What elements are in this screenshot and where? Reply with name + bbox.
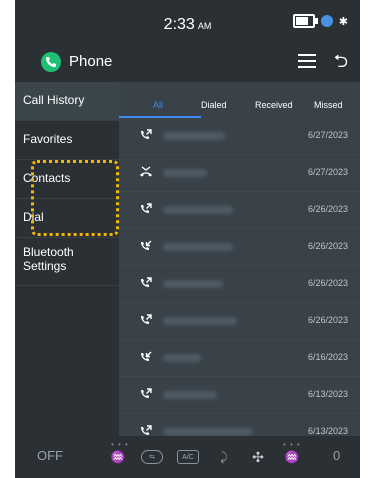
call-history-panel: All Dialed Received Missed 6/27/2023 6/27… — [119, 82, 360, 451]
status-icons: ✱ — [292, 14, 348, 28]
call-date: 6/13/2023 — [307, 426, 348, 436]
status-bar: 2:33 AM ✱ — [15, 0, 360, 44]
sidebar-item-call-history[interactable]: Call History — [15, 82, 119, 121]
call-date: 6/27/2023 — [307, 130, 348, 140]
sidebar-item-label: Bluetooth Settings — [23, 245, 74, 273]
incoming-call-icon — [139, 239, 153, 253]
outgoing-call-icon — [139, 313, 153, 327]
call-row[interactable]: 6/26/2023 — [119, 192, 360, 229]
redacted-number — [163, 391, 217, 399]
ac-button[interactable]: A/C — [177, 450, 199, 464]
sidebar: Call History Favorites Contacts Dial Blu… — [15, 82, 119, 436]
tab-dialed[interactable]: Dialed — [201, 100, 227, 110]
call-filter-tabs: All Dialed Received Missed — [119, 82, 360, 118]
outgoing-call-icon — [139, 276, 153, 290]
call-row[interactable]: 6/27/2023 — [119, 118, 360, 155]
phone-screen: 2:33 AM ✱ Phone ⮌ Call History Favorites … — [15, 0, 360, 478]
redacted-number — [163, 317, 237, 325]
sidebar-item-dial[interactable]: Dial — [15, 199, 119, 238]
phone-app-icon — [41, 52, 61, 72]
call-date: 6/26/2023 — [307, 241, 348, 251]
clock-time: 2:33 — [163, 16, 195, 33]
dots-indicator: • • • — [283, 440, 301, 449]
clock-ampm: AM — [197, 21, 212, 31]
climate-bar: OFF • • • ♒ ⇆ A/C ⤸ ✣ • • • ♒ 0 — [15, 436, 360, 478]
redacted-number — [163, 243, 233, 251]
call-list: 6/27/2023 6/27/2023 6/26/2023 6/26/2023 6/26… — [119, 118, 360, 451]
sidebar-item-label: Favorites — [23, 132, 73, 146]
call-date: 6/13/2023 — [307, 389, 348, 399]
call-row[interactable]: 6/26/2023 — [119, 303, 360, 340]
location-icon — [320, 15, 333, 27]
airflow-icon[interactable]: ⤸ — [213, 450, 235, 464]
rear-defrost-icon[interactable]: ♒ — [107, 450, 129, 464]
call-row[interactable]: 6/26/2023 — [119, 266, 360, 303]
tab-received[interactable]: Received — [255, 100, 293, 110]
app-header: Phone ⮌ — [15, 44, 360, 82]
redacted-number — [163, 169, 207, 177]
fan-icon[interactable]: ✣ — [247, 450, 269, 464]
call-date: 6/26/2023 — [307, 204, 348, 214]
bluetooth-icon: ✱ — [338, 15, 348, 28]
back-icon[interactable]: ⮌ — [334, 52, 348, 70]
recirculation-icon[interactable]: ⇆ — [141, 450, 163, 464]
call-row[interactable]: 6/26/2023 — [119, 229, 360, 266]
incoming-call-icon — [139, 350, 153, 364]
sidebar-item-bluetooth-settings[interactable]: Bluetooth Settings — [15, 238, 119, 286]
front-defrost-icon[interactable]: ♒ — [281, 450, 303, 464]
call-row[interactable]: 6/27/2023 — [119, 155, 360, 192]
sidebar-item-label: Call History — [23, 93, 85, 107]
fan-speed-value: 0 — [333, 448, 341, 463]
call-date: 6/26/2023 — [307, 278, 348, 288]
outgoing-call-icon — [139, 128, 153, 142]
outgoing-call-icon — [139, 202, 153, 216]
redacted-number — [163, 428, 253, 436]
missed-call-icon — [139, 165, 153, 179]
menu-icon[interactable] — [298, 52, 316, 70]
sidebar-item-label: Contacts — [23, 171, 71, 185]
battery-icon — [292, 14, 318, 28]
call-date: 6/16/2023 — [307, 352, 348, 362]
call-date: 6/27/2023 — [307, 167, 348, 177]
redacted-number — [163, 354, 201, 362]
tab-all[interactable]: All — [153, 100, 163, 110]
call-date: 6/26/2023 — [307, 315, 348, 325]
climate-off-button[interactable]: OFF — [37, 448, 63, 463]
sidebar-item-favorites[interactable]: Favorites — [15, 121, 119, 160]
sidebar-item-contacts[interactable]: Contacts — [15, 160, 119, 199]
redacted-number — [163, 280, 223, 288]
redacted-number — [163, 206, 233, 214]
dots-indicator: • • • — [111, 440, 129, 449]
outgoing-call-icon — [139, 387, 153, 401]
redacted-number — [163, 132, 225, 140]
app-title: Phone — [69, 53, 113, 70]
sidebar-item-label: Dial — [23, 210, 44, 224]
call-row[interactable]: 6/13/2023 — [119, 377, 360, 414]
call-row[interactable]: 6/16/2023 — [119, 340, 360, 377]
tab-missed[interactable]: Missed — [314, 100, 343, 110]
